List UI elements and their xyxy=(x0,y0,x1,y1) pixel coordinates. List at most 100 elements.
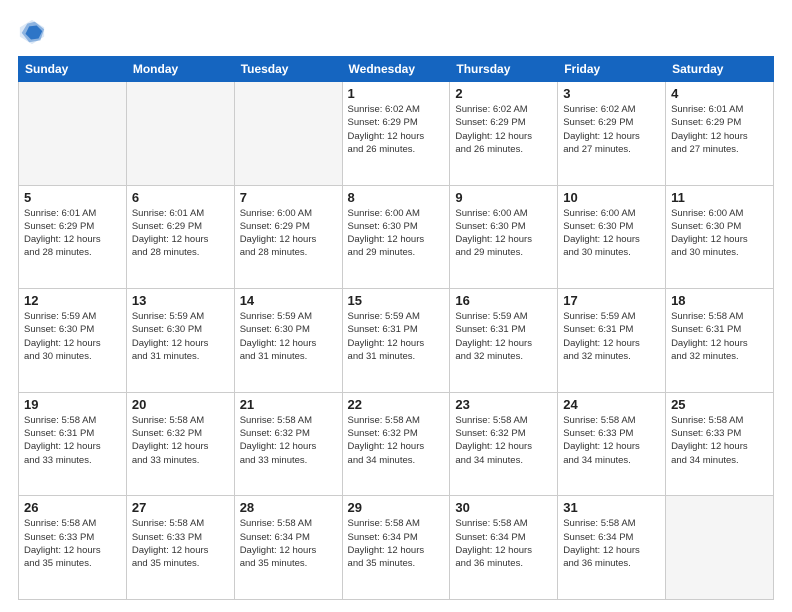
day-info: Sunrise: 6:00 AM Sunset: 6:30 PM Dayligh… xyxy=(671,207,768,260)
day-number: 6 xyxy=(132,190,229,205)
calendar-table: SundayMondayTuesdayWednesdayThursdayFrid… xyxy=(18,56,774,600)
day-info: Sunrise: 6:01 AM Sunset: 6:29 PM Dayligh… xyxy=(132,207,229,260)
day-info: Sunrise: 5:59 AM Sunset: 6:30 PM Dayligh… xyxy=(132,310,229,363)
day-cell: 24 Sunrise: 5:58 AM Sunset: 6:33 PM Dayli… xyxy=(558,392,666,496)
day-header-thursday: Thursday xyxy=(450,57,558,82)
day-info: Sunrise: 6:02 AM Sunset: 6:29 PM Dayligh… xyxy=(455,103,552,156)
day-number: 28 xyxy=(240,500,337,515)
day-number: 20 xyxy=(132,397,229,412)
day-info: Sunrise: 5:58 AM Sunset: 6:34 PM Dayligh… xyxy=(348,517,445,570)
day-info: Sunrise: 5:59 AM Sunset: 6:31 PM Dayligh… xyxy=(563,310,660,363)
day-info: Sunrise: 5:58 AM Sunset: 6:34 PM Dayligh… xyxy=(240,517,337,570)
day-info: Sunrise: 5:58 AM Sunset: 6:31 PM Dayligh… xyxy=(671,310,768,363)
day-cell: 1Sunrise: 6:02 AM Sunset: 6:29 PM Daylig… xyxy=(342,82,450,186)
day-number: 9 xyxy=(455,190,552,205)
day-info: Sunrise: 5:59 AM Sunset: 6:31 PM Dayligh… xyxy=(348,310,445,363)
day-info: Sunrise: 6:00 AM Sunset: 6:30 PM Dayligh… xyxy=(455,207,552,260)
day-cell: 27 Sunrise: 5:58 AM Sunset: 6:33 PM Dayli… xyxy=(126,496,234,600)
day-number: 4 xyxy=(671,86,768,101)
day-cell: 15 Sunrise: 5:59 AM Sunset: 6:31 PM Dayli… xyxy=(342,289,450,393)
day-header-tuesday: Tuesday xyxy=(234,57,342,82)
day-number: 30 xyxy=(455,500,552,515)
day-number: 25 xyxy=(671,397,768,412)
day-info: Sunrise: 6:01 AM Sunset: 6:29 PM Dayligh… xyxy=(24,207,121,260)
day-cell: 16Sunrise: 5:59 AM Sunset: 6:31 PM Dayli… xyxy=(450,289,558,393)
day-info: Sunrise: 5:58 AM Sunset: 6:33 PM Dayligh… xyxy=(132,517,229,570)
day-info: Sunrise: 5:58 AM Sunset: 6:32 PM Dayligh… xyxy=(132,414,229,467)
day-cell: 2 Sunrise: 6:02 AM Sunset: 6:29 PM Daylig… xyxy=(450,82,558,186)
day-info: Sunrise: 5:59 AM Sunset: 6:31 PM Dayligh… xyxy=(455,310,552,363)
day-number: 29 xyxy=(348,500,445,515)
day-cell: 20 Sunrise: 5:58 AM Sunset: 6:32 PM Dayli… xyxy=(126,392,234,496)
day-cell xyxy=(19,82,127,186)
day-number: 17 xyxy=(563,293,660,308)
day-info: Sunrise: 5:58 AM Sunset: 6:33 PM Dayligh… xyxy=(671,414,768,467)
day-number: 11 xyxy=(671,190,768,205)
day-number: 1 xyxy=(348,86,445,101)
day-cell: 26 Sunrise: 5:58 AM Sunset: 6:33 PM Dayli… xyxy=(19,496,127,600)
week-row-2: 5 Sunrise: 6:01 AM Sunset: 6:29 PM Daylig… xyxy=(19,185,774,289)
day-cell: 13 Sunrise: 5:59 AM Sunset: 6:30 PM Dayli… xyxy=(126,289,234,393)
day-number: 18 xyxy=(671,293,768,308)
day-header-row: SundayMondayTuesdayWednesdayThursdayFrid… xyxy=(19,57,774,82)
day-header-wednesday: Wednesday xyxy=(342,57,450,82)
day-cell: 7 Sunrise: 6:00 AM Sunset: 6:29 PM Daylig… xyxy=(234,185,342,289)
day-header-saturday: Saturday xyxy=(666,57,774,82)
day-cell: 28 Sunrise: 5:58 AM Sunset: 6:34 PM Dayli… xyxy=(234,496,342,600)
page: SundayMondayTuesdayWednesdayThursdayFrid… xyxy=(0,0,792,612)
day-number: 19 xyxy=(24,397,121,412)
day-number: 13 xyxy=(132,293,229,308)
day-cell: 29 Sunrise: 5:58 AM Sunset: 6:34 PM Dayli… xyxy=(342,496,450,600)
day-cell: 10Sunrise: 6:00 AM Sunset: 6:30 PM Dayli… xyxy=(558,185,666,289)
day-cell xyxy=(126,82,234,186)
day-number: 23 xyxy=(455,397,552,412)
day-number: 22 xyxy=(348,397,445,412)
day-cell: 31 Sunrise: 5:58 AM Sunset: 6:34 PM Dayli… xyxy=(558,496,666,600)
week-row-3: 12Sunrise: 5:59 AM Sunset: 6:30 PM Dayli… xyxy=(19,289,774,393)
day-cell: 9 Sunrise: 6:00 AM Sunset: 6:30 PM Daylig… xyxy=(450,185,558,289)
day-cell: 25 Sunrise: 5:58 AM Sunset: 6:33 PM Dayli… xyxy=(666,392,774,496)
day-header-sunday: Sunday xyxy=(19,57,127,82)
day-number: 7 xyxy=(240,190,337,205)
day-cell: 11 Sunrise: 6:00 AM Sunset: 6:30 PM Dayli… xyxy=(666,185,774,289)
day-info: Sunrise: 5:58 AM Sunset: 6:34 PM Dayligh… xyxy=(563,517,660,570)
day-cell: 22 Sunrise: 5:58 AM Sunset: 6:32 PM Dayli… xyxy=(342,392,450,496)
logo xyxy=(18,18,50,46)
day-cell: 4Sunrise: 6:01 AM Sunset: 6:29 PM Daylig… xyxy=(666,82,774,186)
week-row-4: 19 Sunrise: 5:58 AM Sunset: 6:31 PM Dayli… xyxy=(19,392,774,496)
week-row-5: 26 Sunrise: 5:58 AM Sunset: 6:33 PM Dayli… xyxy=(19,496,774,600)
day-info: Sunrise: 5:58 AM Sunset: 6:33 PM Dayligh… xyxy=(24,517,121,570)
day-number: 10 xyxy=(563,190,660,205)
day-info: Sunrise: 5:58 AM Sunset: 6:33 PM Dayligh… xyxy=(563,414,660,467)
day-number: 2 xyxy=(455,86,552,101)
day-cell: 6 Sunrise: 6:01 AM Sunset: 6:29 PM Daylig… xyxy=(126,185,234,289)
day-number: 26 xyxy=(24,500,121,515)
day-info: Sunrise: 5:58 AM Sunset: 6:34 PM Dayligh… xyxy=(455,517,552,570)
day-number: 27 xyxy=(132,500,229,515)
day-cell: 5 Sunrise: 6:01 AM Sunset: 6:29 PM Daylig… xyxy=(19,185,127,289)
day-number: 14 xyxy=(240,293,337,308)
header xyxy=(18,18,774,46)
day-number: 21 xyxy=(240,397,337,412)
day-info: Sunrise: 5:58 AM Sunset: 6:32 PM Dayligh… xyxy=(348,414,445,467)
day-cell: 3Sunrise: 6:02 AM Sunset: 6:29 PM Daylig… xyxy=(558,82,666,186)
day-number: 15 xyxy=(348,293,445,308)
day-info: Sunrise: 5:58 AM Sunset: 6:31 PM Dayligh… xyxy=(24,414,121,467)
day-cell: 21Sunrise: 5:58 AM Sunset: 6:32 PM Dayli… xyxy=(234,392,342,496)
day-cell: 8Sunrise: 6:00 AM Sunset: 6:30 PM Daylig… xyxy=(342,185,450,289)
logo-icon xyxy=(18,18,46,46)
day-header-friday: Friday xyxy=(558,57,666,82)
day-info: Sunrise: 6:00 AM Sunset: 6:29 PM Dayligh… xyxy=(240,207,337,260)
day-cell xyxy=(666,496,774,600)
day-info: Sunrise: 5:59 AM Sunset: 6:30 PM Dayligh… xyxy=(240,310,337,363)
day-cell: 12Sunrise: 5:59 AM Sunset: 6:30 PM Dayli… xyxy=(19,289,127,393)
day-number: 5 xyxy=(24,190,121,205)
day-info: Sunrise: 5:59 AM Sunset: 6:30 PM Dayligh… xyxy=(24,310,121,363)
day-cell: 17 Sunrise: 5:59 AM Sunset: 6:31 PM Dayli… xyxy=(558,289,666,393)
day-cell: 30 Sunrise: 5:58 AM Sunset: 6:34 PM Dayli… xyxy=(450,496,558,600)
calendar-body: 1 Sunrise: 6:02 AM Sunset: 6:29 PM Daylig… xyxy=(19,82,774,600)
day-number: 24 xyxy=(563,397,660,412)
day-cell: 19 Sunrise: 5:58 AM Sunset: 6:31 PM Dayli… xyxy=(19,392,127,496)
day-number: 31 xyxy=(563,500,660,515)
day-number: 8 xyxy=(348,190,445,205)
